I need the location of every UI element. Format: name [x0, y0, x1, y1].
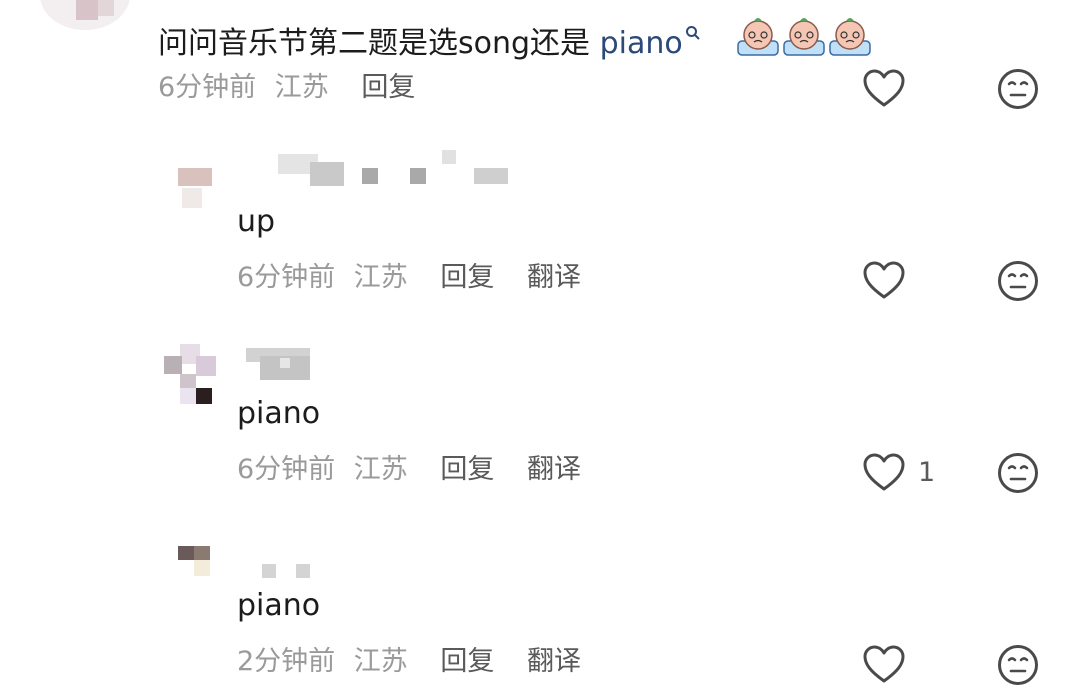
- comment-text: 问问音乐节第二题是选song还是 piano: [158, 12, 872, 64]
- crying-peach-emoji: [828, 15, 872, 59]
- neutral-face-icon: [998, 453, 1038, 493]
- timestamp: 6分钟前: [237, 454, 336, 485]
- comment-1: 问问音乐节第二题是选song还是 piano 6分钟前 江苏 回复: [0, 0, 1080, 120]
- username[interactable]: [246, 348, 316, 382]
- heart-outline-icon: [863, 453, 905, 491]
- like-button[interactable]: [862, 68, 906, 108]
- avatar[interactable]: [158, 152, 218, 212]
- search-icon: [685, 12, 701, 52]
- timestamp: 6分钟前: [158, 72, 257, 103]
- reply-button[interactable]: 回复: [440, 262, 494, 293]
- username[interactable]: [278, 150, 518, 186]
- neutral-face-icon: [998, 69, 1038, 109]
- translate-button[interactable]: 翻译: [527, 262, 581, 293]
- dislike-button[interactable]: [997, 68, 1039, 110]
- region: 江苏: [353, 454, 408, 485]
- timestamp: 2分钟前: [237, 646, 336, 677]
- avatar[interactable]: [160, 338, 232, 410]
- dislike-button[interactable]: [997, 452, 1039, 494]
- heart-outline-icon: [863, 69, 905, 107]
- region: 江苏: [274, 72, 329, 103]
- comment-text-body: 问问音乐节第二题是选song还是: [158, 26, 591, 61]
- region: 江苏: [353, 262, 408, 293]
- comment-4: piano 2分钟前 江苏 回复 翻译: [0, 530, 1080, 691]
- neutral-face-icon: [998, 261, 1038, 301]
- comment-meta: 6分钟前 江苏 回复: [158, 70, 415, 106]
- comment-meta: 2分钟前 江苏 回复 翻译: [237, 644, 581, 680]
- piano-link[interactable]: piano: [600, 26, 701, 61]
- reply-button[interactable]: 回复: [361, 72, 415, 103]
- heart-outline-icon: [863, 261, 905, 299]
- crying-peach-emoji: [736, 15, 780, 59]
- comment-meta: 6分钟前 江苏 回复 翻译: [237, 260, 581, 296]
- reply-button[interactable]: 回复: [440, 454, 494, 485]
- avatar[interactable]: [178, 542, 228, 582]
- comment-text: up: [237, 204, 276, 239]
- neutral-face-icon: [998, 645, 1038, 685]
- like-button[interactable]: [862, 260, 906, 300]
- heart-outline-icon: [863, 645, 905, 683]
- like-count: 1: [918, 456, 936, 488]
- like-button[interactable]: [862, 644, 906, 684]
- dislike-button[interactable]: [997, 260, 1039, 302]
- translate-button[interactable]: 翻译: [527, 646, 581, 677]
- avatar[interactable]: [40, 0, 130, 30]
- dislike-button[interactable]: [997, 644, 1039, 686]
- comment-text: piano: [237, 588, 321, 623]
- username[interactable]: [262, 562, 322, 580]
- piano-link-text: piano: [599, 26, 683, 61]
- region: 江苏: [353, 646, 408, 677]
- comment-2: up 6分钟前 江苏 回复 翻译: [0, 140, 1080, 310]
- like-button[interactable]: 1: [862, 452, 935, 492]
- translate-button[interactable]: 翻译: [527, 454, 581, 485]
- comment-text: piano: [237, 396, 321, 431]
- timestamp: 6分钟前: [237, 262, 336, 293]
- crying-peach-emoji: [782, 15, 826, 59]
- reply-button[interactable]: 回复: [440, 646, 494, 677]
- comment-meta: 6分钟前 江苏 回复 翻译: [237, 452, 581, 488]
- comment-3: piano 6分钟前 江苏 回复 翻译 1: [0, 330, 1080, 500]
